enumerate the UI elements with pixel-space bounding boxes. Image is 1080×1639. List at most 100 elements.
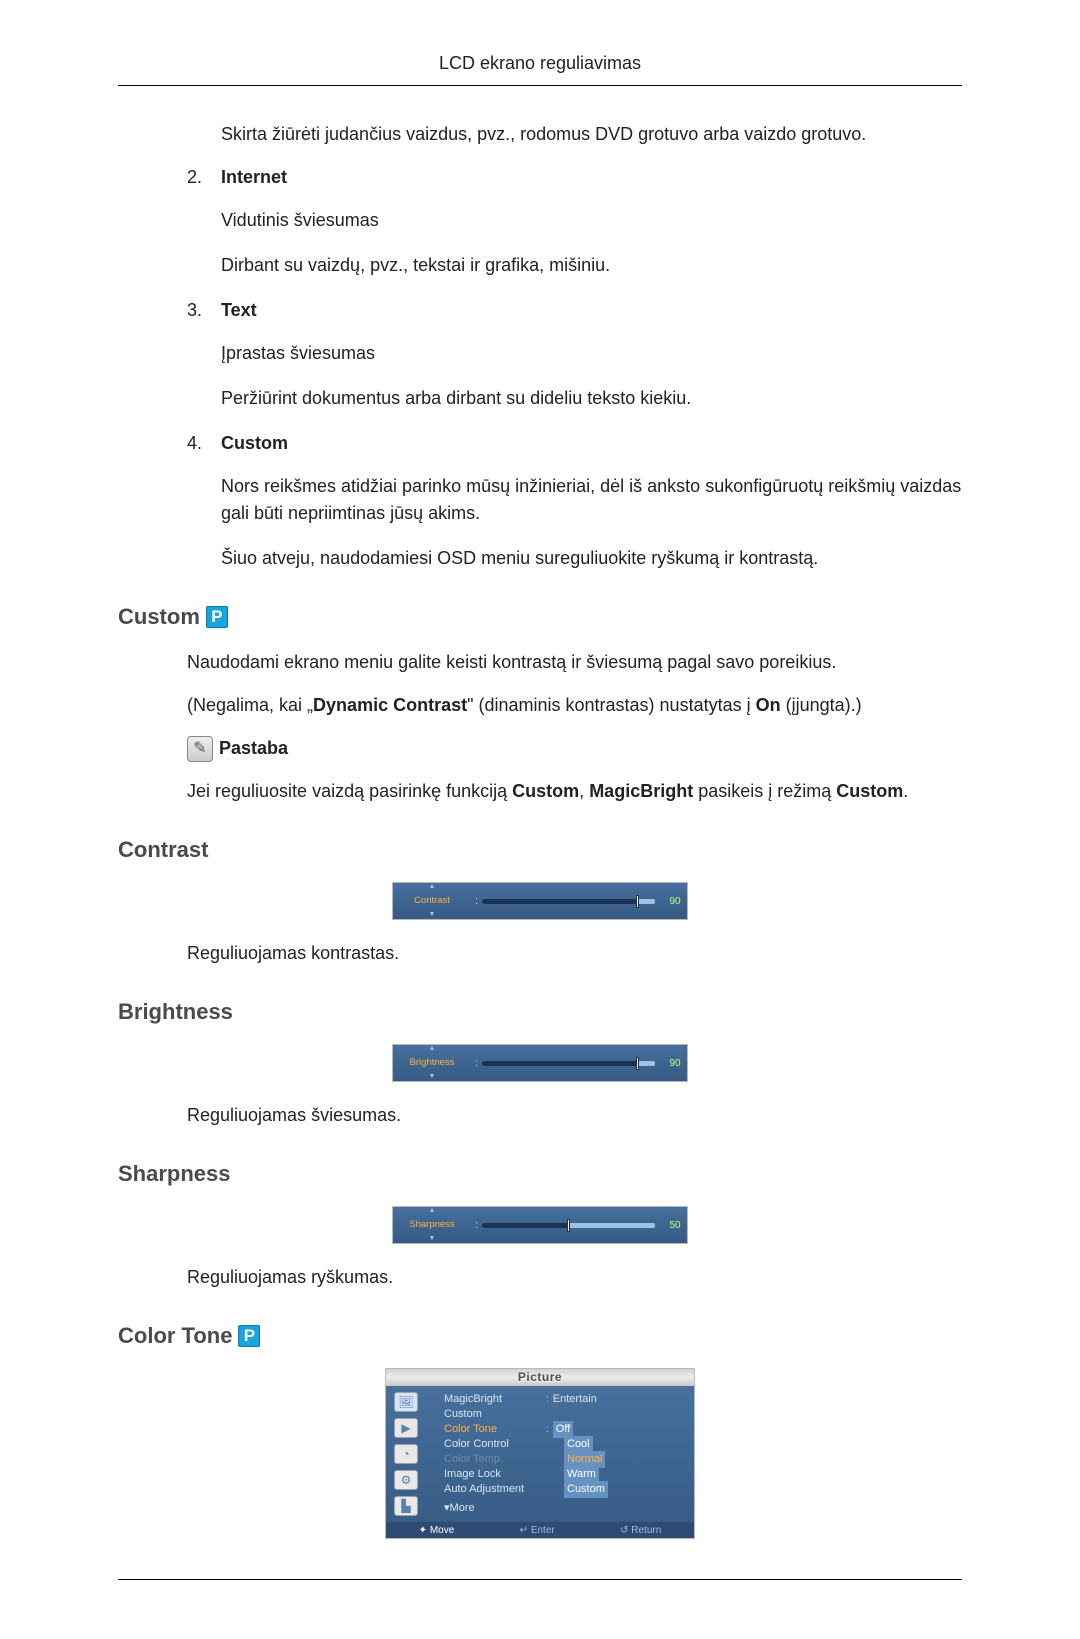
osd-brightness: Brightness : 90 <box>118 1044 962 1082</box>
osd-sep: : <box>471 1055 482 1072</box>
footer-line <box>118 1579 962 1589</box>
multi-icon[interactable]: ▙ <box>394 1496 418 1516</box>
list-title: Text <box>221 297 257 324</box>
osd-bar-label: Brightness <box>410 1057 455 1068</box>
txt: , <box>579 781 589 801</box>
list-item-internet: 2. Internet <box>187 164 962 191</box>
list-desc: Peržiūrint dokumentus arba dirbant su di… <box>221 385 962 412</box>
note-row: ✎ Pastaba <box>187 735 962 762</box>
osd-menu-iconcol: 🖼 ▶ ◔ ⚙ ▙ <box>386 1386 426 1522</box>
osd-menu-row[interactable]: Color Tone : Off <box>444 1422 694 1437</box>
header-title: LCD ekrano reguliavimas <box>439 53 641 73</box>
osd-menu-row[interactable]: Color ControlCool <box>444 1437 694 1452</box>
custom-p1: Naudodami ekrano meniu galite keisti kon… <box>187 649 962 676</box>
p-badge-icon: P <box>206 606 228 628</box>
osd-menu-title: Picture <box>386 1369 694 1386</box>
osd-menu-row[interactable]: Custom <box>444 1407 694 1422</box>
list-desc: Šiuo atveju, naudodamiesi OSD meniu sure… <box>221 545 962 572</box>
txt-bold: On <box>756 695 781 715</box>
section-colortone-heading: Color Tone P <box>118 1319 962 1352</box>
brightness-desc: Reguliuojamas šviesumas. <box>187 1102 962 1129</box>
custom-note-text: Jei reguliuosite vaizdą pasirinkę funkci… <box>187 778 962 805</box>
list-number: 2. <box>187 164 221 191</box>
note-label: Pastaba <box>219 735 288 762</box>
note-icon: ✎ <box>187 736 213 762</box>
osd-sep: : <box>546 1422 549 1437</box>
osd-menu-label: Auto Adjustment <box>444 1481 564 1498</box>
section-title-text: Brightness <box>118 995 233 1028</box>
osd-menu-list: MagicBright : EntertainCustomColor Tone … <box>426 1386 694 1522</box>
picture-icon[interactable]: 🖼 <box>394 1392 418 1412</box>
p-badge-icon: P <box>238 1325 260 1347</box>
list-item-custom: 4. Custom <box>187 430 962 457</box>
list-desc: Dirbant su vaizdų, pvz., tekstai ir graf… <box>221 252 962 279</box>
section-title-text: Custom <box>118 600 200 633</box>
section-title-text: Contrast <box>118 833 208 866</box>
txt: (Negalima, kai „ <box>187 695 313 715</box>
list-title: Internet <box>221 164 287 191</box>
txt: (įjungta).) <box>781 695 862 715</box>
osd-track[interactable] <box>482 1061 655 1066</box>
intro-description: Skirta žiūrėti judančius vaizdus, pvz., … <box>221 121 962 148</box>
page-header: LCD ekrano reguliavimas <box>118 50 962 86</box>
osd-menu-row[interactable]: MagicBright : Entertain <box>444 1392 694 1407</box>
list-desc: Nors reikšmes atidžiai parinko mūsų inži… <box>221 473 962 527</box>
osd-value: 90 <box>663 894 687 909</box>
osd-bar[interactable]: Brightness : 90 <box>392 1044 688 1082</box>
time-icon[interactable]: ◔ <box>394 1444 418 1464</box>
osd-fill <box>482 1223 568 1228</box>
osd-value: 50 <box>663 1218 687 1233</box>
footer-return: ↺ Return <box>620 1523 661 1538</box>
osd-menu-row[interactable]: Auto AdjustmentCustom <box>444 1482 694 1497</box>
osd-bar[interactable]: Contrast : 90 <box>392 882 688 920</box>
txt: Move <box>430 1525 454 1536</box>
osd-contrast: Contrast : 90 <box>118 882 962 920</box>
osd-bar[interactable]: Sharpness : 50 <box>392 1206 688 1244</box>
section-contrast-heading: Contrast <box>118 833 962 866</box>
txt-bold: MagicBright <box>589 781 693 801</box>
list-number: 3. <box>187 297 221 324</box>
osd-menu-row[interactable]: Color Temp.Normal <box>444 1452 694 1467</box>
txt: Return <box>631 1525 661 1536</box>
osd-menu-value: Custom <box>564 1481 608 1498</box>
txt: Enter <box>531 1525 555 1536</box>
txt: " (dinaminis kontrastas) nustatytas į <box>467 695 756 715</box>
sharpness-desc: Reguliuojamas ryškumas. <box>187 1264 962 1291</box>
osd-menu[interactable]: Picture 🖼 ▶ ◔ ⚙ ▙ MagicBright : Entertai… <box>385 1368 695 1539</box>
list-title: Custom <box>221 430 288 457</box>
contrast-desc: Reguliuojamas kontrastas. <box>187 940 962 967</box>
list-desc: Vidutinis šviesumas <box>221 207 962 234</box>
osd-sep: : <box>471 1217 482 1234</box>
osd-fill <box>482 899 638 904</box>
osd-menu-value: Entertain <box>553 1391 633 1408</box>
txt-bold: Custom <box>512 781 579 801</box>
section-sharpness-heading: Sharpness <box>118 1157 962 1190</box>
txt: . <box>903 781 908 801</box>
osd-track[interactable] <box>482 899 655 904</box>
osd-sharpness: Sharpness : 50 <box>118 1206 962 1244</box>
osd-sep: : <box>546 1392 549 1407</box>
txt: Jei reguliuosite vaizdą pasirinkę funkci… <box>187 781 512 801</box>
footer-enter: ↵ Enter <box>520 1523 555 1538</box>
osd-menu-colortone: Picture 🖼 ▶ ◔ ⚙ ▙ MagicBright : Entertai… <box>118 1368 962 1539</box>
osd-menu-row[interactable]: Image LockWarm <box>444 1467 694 1482</box>
osd-thumb[interactable] <box>636 1057 639 1070</box>
osd-sep: : <box>471 893 482 910</box>
input-icon[interactable]: ▶ <box>394 1418 418 1438</box>
section-title-text: Sharpness <box>118 1157 231 1190</box>
txt: pasikeis į režimą <box>693 781 836 801</box>
osd-menu-more[interactable]: More <box>444 1500 694 1517</box>
list-item-text: 3. Text <box>187 297 962 324</box>
txt-bold: Custom <box>836 781 903 801</box>
txt-bold: Dynamic Contrast <box>313 695 467 715</box>
section-brightness-heading: Brightness <box>118 995 962 1028</box>
osd-thumb[interactable] <box>636 895 639 908</box>
osd-track[interactable] <box>482 1223 655 1228</box>
setup-icon[interactable]: ⚙ <box>394 1470 418 1490</box>
osd-bar-label: Sharpness <box>409 1219 454 1230</box>
section-title-text: Color Tone <box>118 1319 232 1352</box>
custom-p2: (Negalima, kai „Dynamic Contrast" (dinam… <box>187 692 962 719</box>
osd-thumb[interactable] <box>567 1219 570 1232</box>
list-desc: Įprastas šviesumas <box>221 340 962 367</box>
osd-menu-footer: ✦ Move ↵ Enter ↺ Return <box>386 1522 694 1538</box>
